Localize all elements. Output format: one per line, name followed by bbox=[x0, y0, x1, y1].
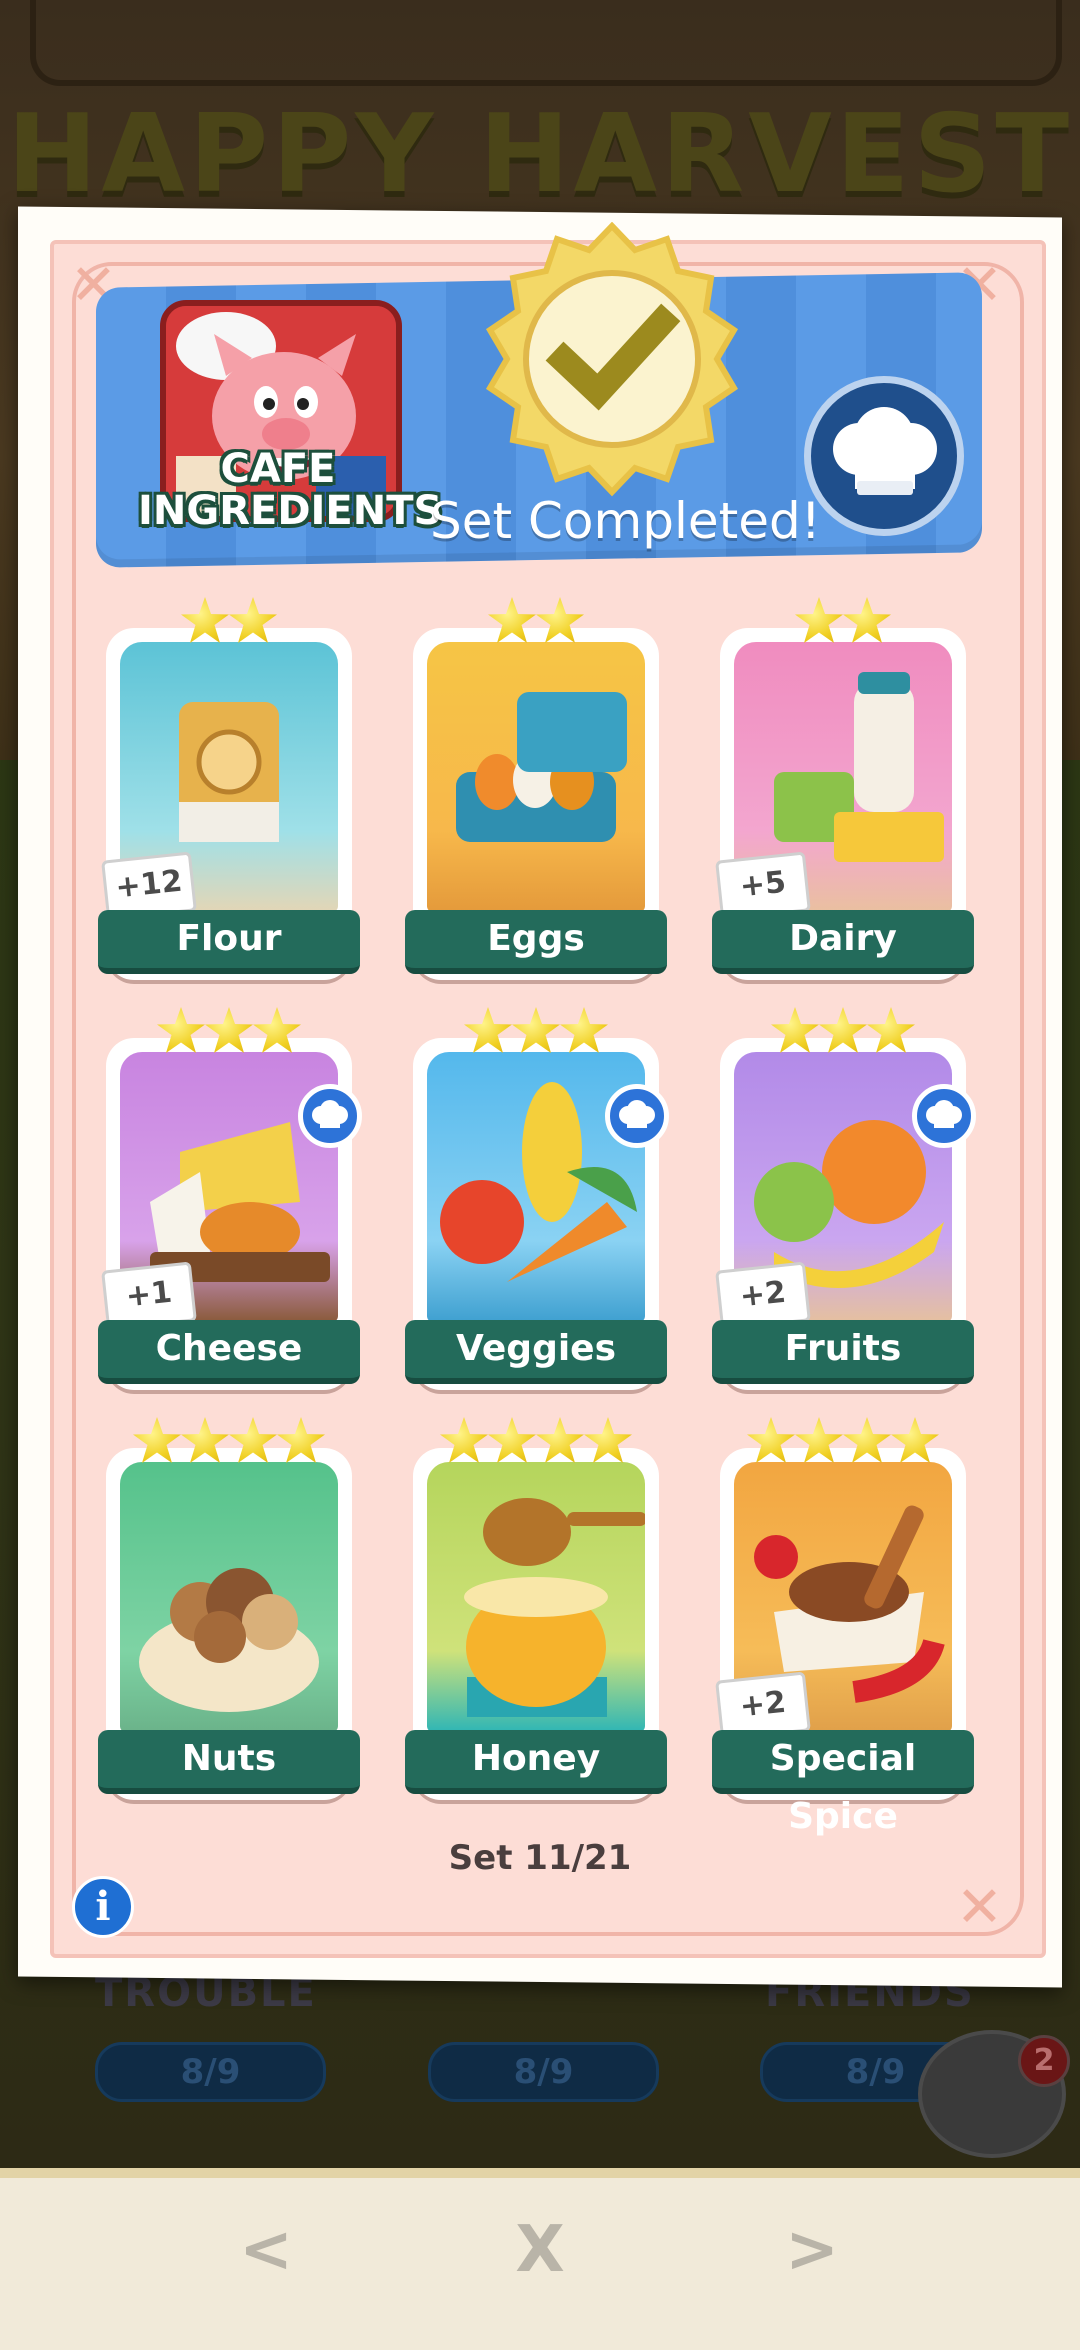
background-top-bar bbox=[30, 0, 1062, 86]
rarity-star-icon bbox=[819, 1007, 867, 1053]
set-name: CAFE INGREDIENTS bbox=[138, 446, 443, 534]
card-stars bbox=[98, 596, 360, 650]
card-flour[interactable]: +12 Flour bbox=[98, 597, 360, 980]
card-honey[interactable]: Honey bbox=[405, 1417, 667, 1800]
card-stars bbox=[712, 596, 974, 650]
set-completed-status: Set Completed! bbox=[430, 492, 821, 550]
set-name-line1: CAFE bbox=[220, 446, 336, 492]
rarity-star-icon bbox=[181, 1417, 229, 1463]
rarity-star-icon bbox=[867, 1007, 915, 1053]
card-stars bbox=[98, 1006, 360, 1060]
rarity-star-icon bbox=[795, 1417, 843, 1463]
rarity-star-icon bbox=[747, 1417, 795, 1463]
rarity-star-icon bbox=[253, 1007, 301, 1053]
rarity-star-icon bbox=[488, 597, 536, 643]
card-stars bbox=[712, 1006, 974, 1060]
card-artwork bbox=[427, 642, 645, 912]
rarity-star-icon bbox=[891, 1417, 939, 1463]
card-fruits[interactable]: +2 Fruits bbox=[712, 1007, 976, 1390]
rarity-star-icon bbox=[277, 1417, 325, 1463]
next-set-button[interactable]: > bbox=[752, 2218, 872, 2282]
background-progress-pill: 8/9 bbox=[95, 2042, 326, 2102]
card-stars bbox=[712, 1416, 974, 1470]
gold-card-chef-icon bbox=[605, 1084, 669, 1148]
card-name: Flour bbox=[98, 910, 360, 974]
info-button[interactable]: i bbox=[72, 1876, 134, 1938]
background-event-title: HAPPY HARVEST bbox=[6, 92, 1074, 217]
rarity-star-icon bbox=[157, 1007, 205, 1053]
rarity-star-icon bbox=[181, 597, 229, 643]
rarity-star-icon bbox=[584, 1417, 632, 1463]
gold-card-chef-icon bbox=[298, 1084, 362, 1148]
card-cheese[interactable]: +1 Cheese bbox=[98, 1007, 362, 1390]
rarity-star-icon bbox=[843, 1417, 891, 1463]
set-name-line2: INGREDIENTS bbox=[138, 488, 443, 534]
rarity-star-icon bbox=[512, 1007, 560, 1053]
rarity-star-icon bbox=[229, 597, 277, 643]
completed-checkmark-seal-icon bbox=[485, 222, 739, 497]
corner-utensils-icon: ✕ bbox=[956, 1875, 1003, 1940]
card-name: Veggies bbox=[405, 1320, 667, 1384]
rarity-star-icon bbox=[536, 1417, 584, 1463]
set-counter: Set 11/21 bbox=[448, 1838, 632, 1878]
card-name: Dairy bbox=[712, 910, 974, 974]
card-veggies[interactable]: Veggies bbox=[405, 1007, 669, 1390]
rarity-star-icon bbox=[536, 597, 584, 643]
card-eggs[interactable]: Eggs bbox=[405, 597, 667, 980]
card-name: Fruits bbox=[712, 1320, 974, 1384]
rarity-star-icon bbox=[488, 1417, 536, 1463]
chef-hat-icon bbox=[804, 376, 964, 536]
card-name: Nuts bbox=[98, 1730, 360, 1794]
rarity-star-icon bbox=[464, 1007, 512, 1053]
rarity-star-icon bbox=[133, 1417, 181, 1463]
background-progress-pill: 8/9 bbox=[428, 2042, 659, 2102]
card-dairy[interactable]: +5 Dairy bbox=[712, 597, 974, 980]
card-nuts[interactable]: Nuts bbox=[98, 1417, 360, 1800]
rarity-star-icon bbox=[229, 1417, 277, 1463]
close-button[interactable]: X bbox=[480, 2218, 600, 2282]
rarity-star-icon bbox=[205, 1007, 253, 1053]
previous-set-button[interactable]: < bbox=[206, 2218, 326, 2282]
rarity-star-icon bbox=[560, 1007, 608, 1053]
card-name: Honey bbox=[405, 1730, 667, 1794]
card-name: Special Spice bbox=[712, 1730, 974, 1837]
card-artwork bbox=[427, 1462, 645, 1732]
card-special-spice[interactable]: +2 Special Spice bbox=[712, 1417, 974, 1837]
card-name: Eggs bbox=[405, 910, 667, 974]
card-artwork bbox=[120, 1462, 338, 1732]
card-name: Cheese bbox=[98, 1320, 360, 1384]
card-stars bbox=[405, 596, 667, 650]
rarity-star-icon bbox=[795, 597, 843, 643]
rarity-star-icon bbox=[771, 1007, 819, 1053]
rarity-star-icon bbox=[843, 597, 891, 643]
background-notification-badge: 2 bbox=[1018, 2035, 1070, 2087]
card-stars bbox=[405, 1006, 667, 1060]
card-stars bbox=[98, 1416, 360, 1470]
rarity-star-icon bbox=[440, 1417, 488, 1463]
gold-card-chef-icon bbox=[912, 1084, 976, 1148]
card-stars bbox=[405, 1416, 667, 1470]
